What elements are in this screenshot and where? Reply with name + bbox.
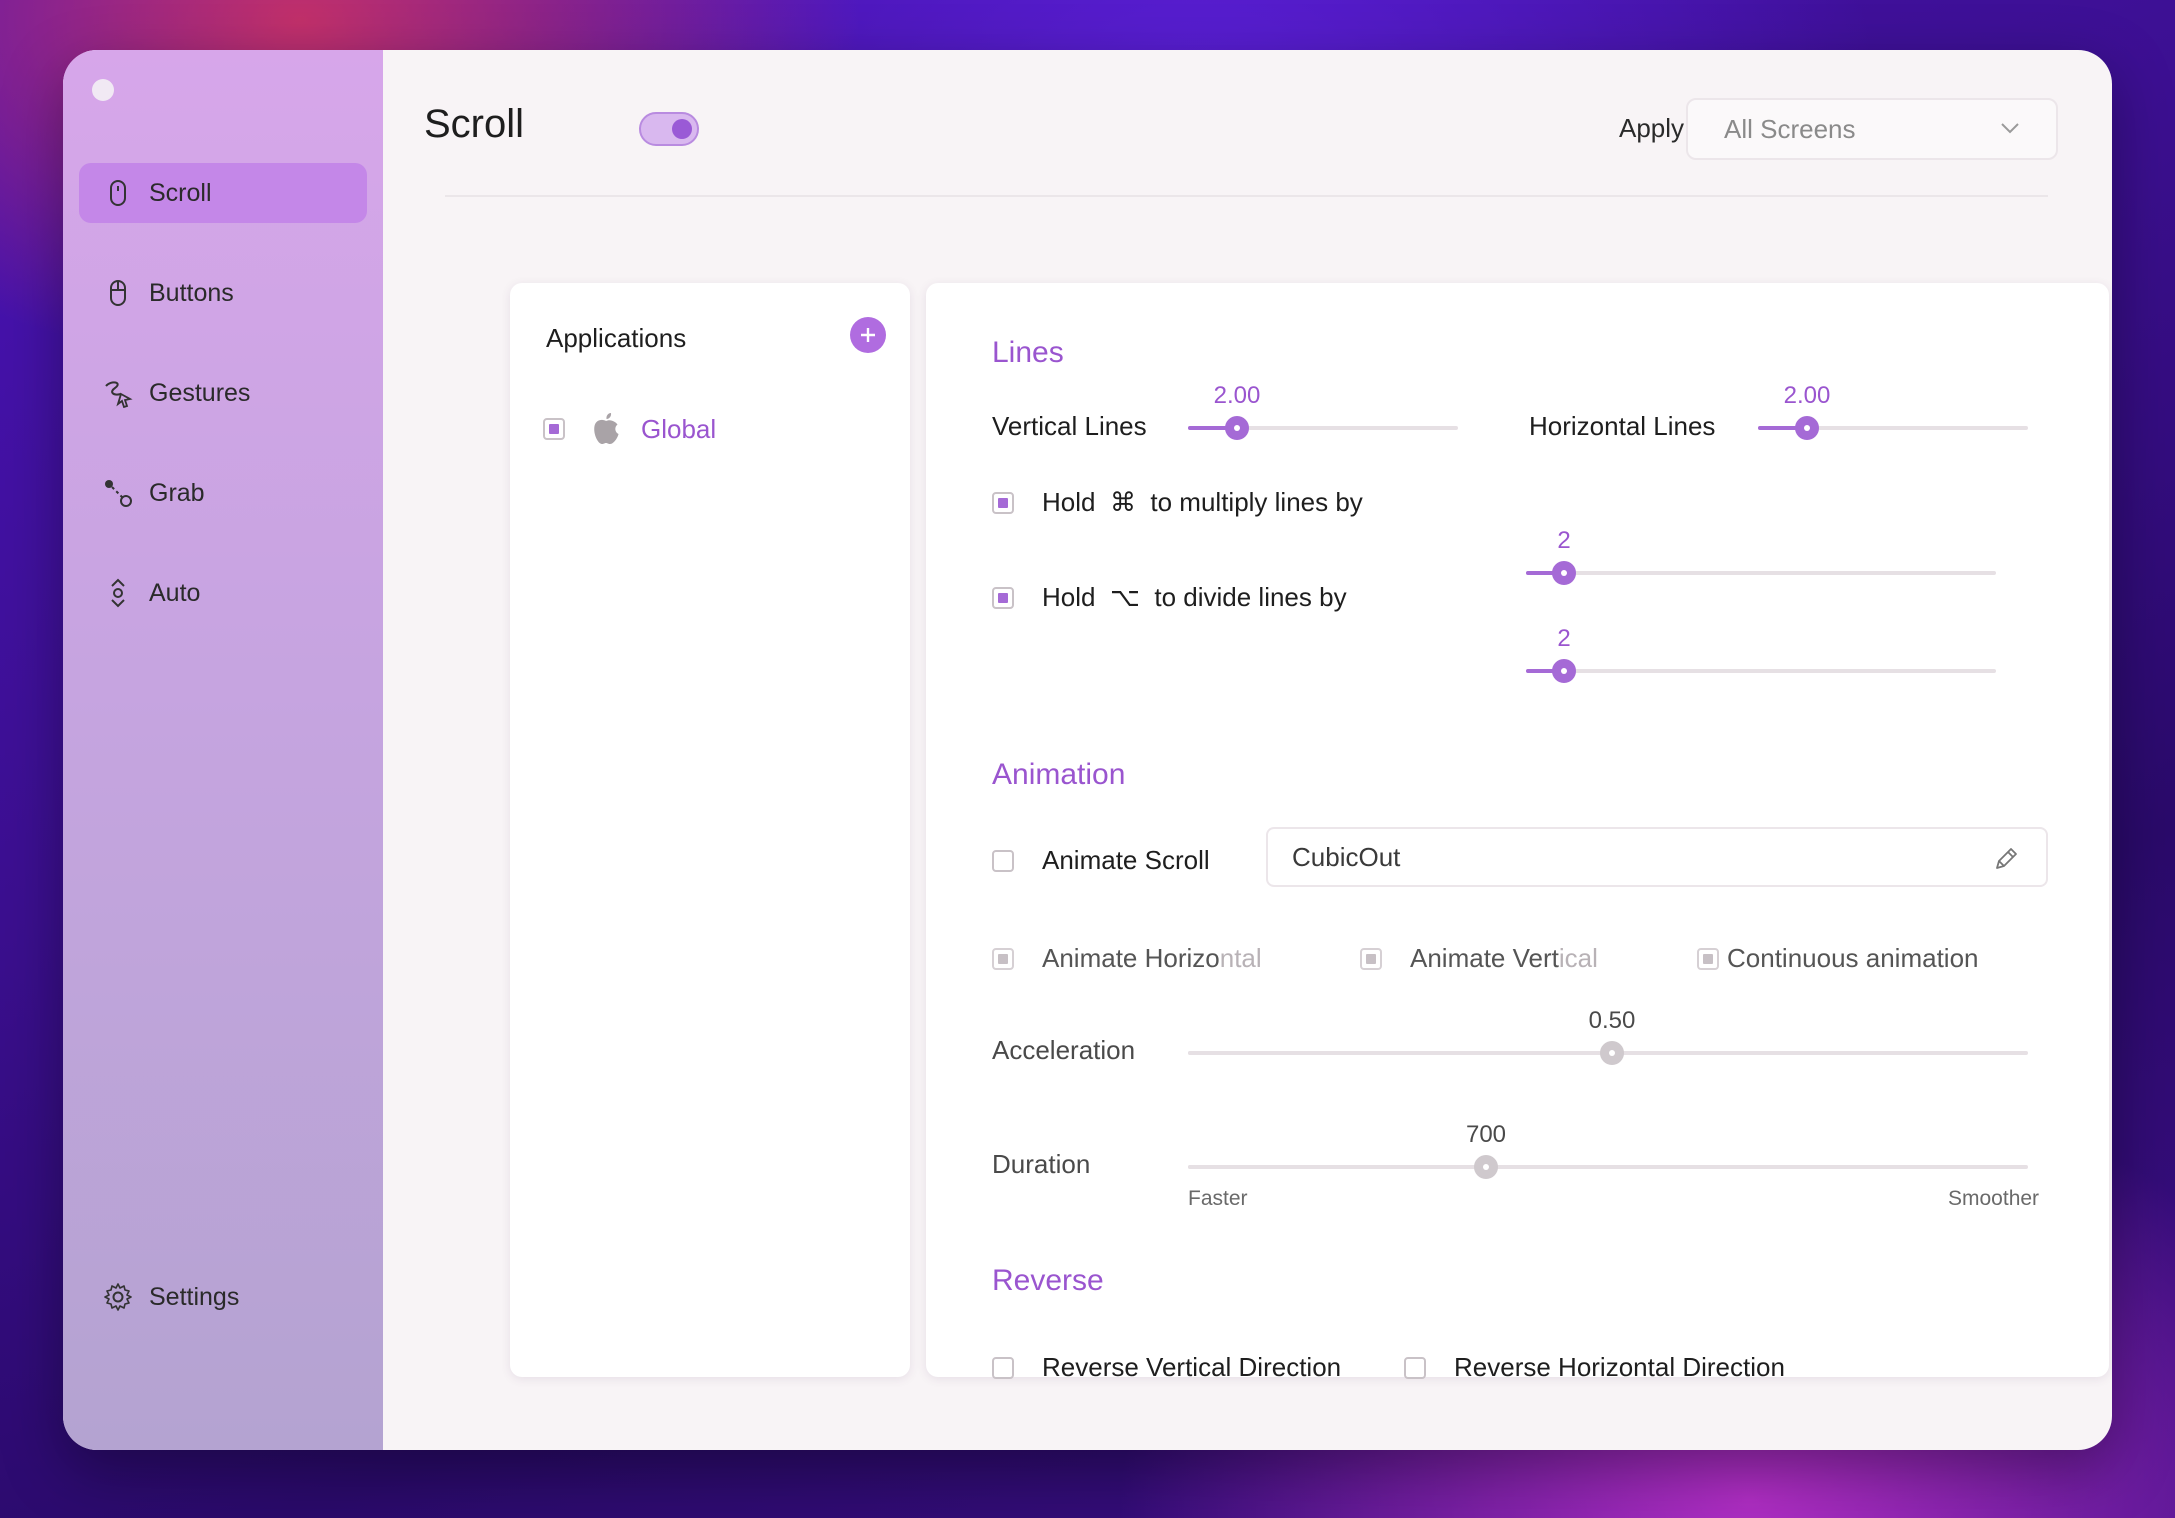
reverse-vertical-row[interactable]: Reverse Vertical Direction (992, 1352, 1341, 1383)
slider-value: 700 (1465, 1121, 1507, 1148)
animate-scroll-row[interactable]: Animate Scroll (992, 845, 1210, 876)
add-application-button[interactable] (850, 317, 886, 353)
slider-thumb[interactable] (1552, 561, 1576, 585)
slider-fill (1188, 1051, 1612, 1055)
sidebar-item-label: Buttons (149, 278, 234, 307)
slider-thumb[interactable] (1552, 659, 1576, 683)
gesture-icon (103, 378, 133, 408)
animate-vertical-row[interactable]: Animate Vertical (1360, 943, 1598, 974)
sidebar-item-auto[interactable]: Auto (79, 563, 367, 623)
main-content: Scroll Apply to All Screens Applications… (383, 50, 2112, 1450)
page-title: Scroll (424, 102, 525, 146)
apply-to-select[interactable]: All Screens (1686, 98, 2058, 160)
slider-value: 0.50 (1588, 1007, 1636, 1034)
animate-scroll-label: Animate Scroll (1042, 845, 1210, 875)
scroll-settings-panel: Lines Vertical Lines 2.00 Horizontal Lin… (926, 283, 2109, 1382)
sidebar-item-gestures[interactable]: Gestures (79, 363, 367, 423)
multiply-lines-slider[interactable]: 2 (1526, 527, 1996, 585)
mouse-icon (103, 278, 133, 308)
horizontal-lines-label: Horizontal Lines (1529, 411, 1716, 441)
applications-title: Applications (546, 323, 687, 353)
pencil-icon[interactable] (1992, 845, 2020, 873)
toggle-knob (672, 119, 692, 139)
divide-lines-label: Hold ⌥ to divide lines by (1042, 582, 1347, 612)
reverse-vertical-label: Reverse Vertical Direction (1042, 1352, 1342, 1382)
reverse-vertical-checkbox[interactable] (992, 1356, 1014, 1379)
list-item[interactable]: Global (543, 409, 716, 449)
faster-label: Faster (1188, 1187, 1248, 1210)
plus-icon (861, 328, 875, 342)
duration-slider[interactable]: 700 (1188, 1121, 2028, 1179)
multiply-lines-label: Hold ⌘ to multiply lines by (1042, 487, 1363, 517)
lines-section-title: Lines (992, 336, 1064, 369)
reverse-horizontal-label: Reverse Horizontal Direction (1454, 1352, 1785, 1382)
sidebar-item-label: Scroll (149, 178, 212, 207)
applications-panel: Applications Global (510, 283, 910, 1377)
sidebar-item-buttons[interactable]: Buttons (79, 263, 367, 323)
command-key-icon: ⌘ (1109, 487, 1136, 517)
sidebar-item-label: Grab (149, 478, 205, 507)
continuous-animation-row[interactable]: Continuous animation (1697, 943, 1979, 974)
mouse-icon (103, 178, 133, 208)
animate-horizontal-checkbox[interactable] (992, 947, 1014, 970)
animate-horizontal-row[interactable]: Animate Horizontal (992, 943, 1262, 974)
animate-vertical-label: Animate Vertical (1410, 943, 1598, 973)
animation-section-title: Animation (992, 758, 1126, 791)
multiply-lines-row[interactable]: Hold ⌘ to multiply lines by (992, 487, 1363, 518)
slider-fill (1188, 1165, 1486, 1169)
chevron-down-icon (2001, 123, 2019, 134)
gear-icon (103, 1282, 133, 1312)
apply-to-value: All Screens (1724, 113, 1856, 144)
slider-thumb[interactable] (1474, 1155, 1498, 1179)
slider-value: 2 (1557, 625, 1571, 652)
duration-label: Duration (992, 1149, 1091, 1179)
sidebar-item-label: Settings (149, 1282, 240, 1311)
header-divider (445, 195, 2048, 197)
scroll-enable-toggle[interactable] (639, 112, 699, 146)
reverse-section-title: Reverse (992, 1264, 1104, 1297)
sidebar-item-settings[interactable]: Settings (79, 1267, 367, 1327)
animation-curve-value: CubicOut (1292, 841, 1401, 872)
continuous-animation-checkbox[interactable] (1697, 947, 1719, 970)
app-name: Global (641, 413, 717, 444)
auto-icon (103, 578, 133, 608)
sidebar-item-scroll[interactable]: Scroll (79, 163, 367, 223)
slider-value: 2 (1557, 527, 1571, 554)
slider-thumb[interactable] (1600, 1041, 1624, 1065)
slider-value: 2.00 (1213, 382, 1261, 409)
smoother-label: Smoother (1948, 1187, 2040, 1210)
apple-icon (594, 413, 619, 444)
reverse-horizontal-row[interactable]: Reverse Horizontal Direction (1404, 1352, 1785, 1383)
horizontal-lines-slider[interactable]: 2.00 (1758, 382, 2028, 440)
vertical-lines-slider[interactable]: 2.00 (1188, 382, 1458, 440)
slider-thumb[interactable] (1225, 416, 1249, 440)
animate-horizontal-label: Animate Horizontal (1042, 943, 1262, 973)
sidebar: Scroll Buttons Gestures Grab Auto Settin… (63, 50, 383, 1450)
animation-curve-field[interactable]: CubicOut (1266, 827, 2048, 887)
reverse-horizontal-checkbox[interactable] (1404, 1356, 1426, 1379)
acceleration-label: Acceleration (992, 1035, 1136, 1065)
continuous-animation-label: Continuous animation (1727, 943, 1979, 973)
divide-lines-checkbox[interactable] (992, 586, 1014, 609)
divide-lines-row[interactable]: Hold ⌥ to divide lines by (992, 582, 1347, 613)
grab-icon (103, 478, 133, 508)
sidebar-item-label: Gestures (149, 378, 251, 407)
vertical-lines-label: Vertical Lines (992, 411, 1147, 441)
sidebar-item-grab[interactable]: Grab (79, 463, 367, 523)
divide-lines-slider[interactable]: 2 (1526, 625, 1996, 683)
slider-value: 2.00 (1783, 382, 1831, 409)
slider-thumb[interactable] (1795, 416, 1819, 440)
animate-scroll-checkbox[interactable] (992, 849, 1014, 872)
acceleration-slider[interactable]: 0.50 (1188, 1007, 2028, 1065)
sidebar-item-label: Auto (149, 578, 201, 607)
option-key-icon: ⌥ (1109, 582, 1140, 612)
app-checkbox[interactable] (543, 418, 565, 440)
multiply-lines-checkbox[interactable] (992, 491, 1014, 514)
animate-vertical-checkbox[interactable] (1360, 947, 1382, 970)
window-close-button[interactable] (92, 79, 114, 101)
app-window: Scroll Buttons Gestures Grab Auto Settin… (63, 50, 2112, 1450)
